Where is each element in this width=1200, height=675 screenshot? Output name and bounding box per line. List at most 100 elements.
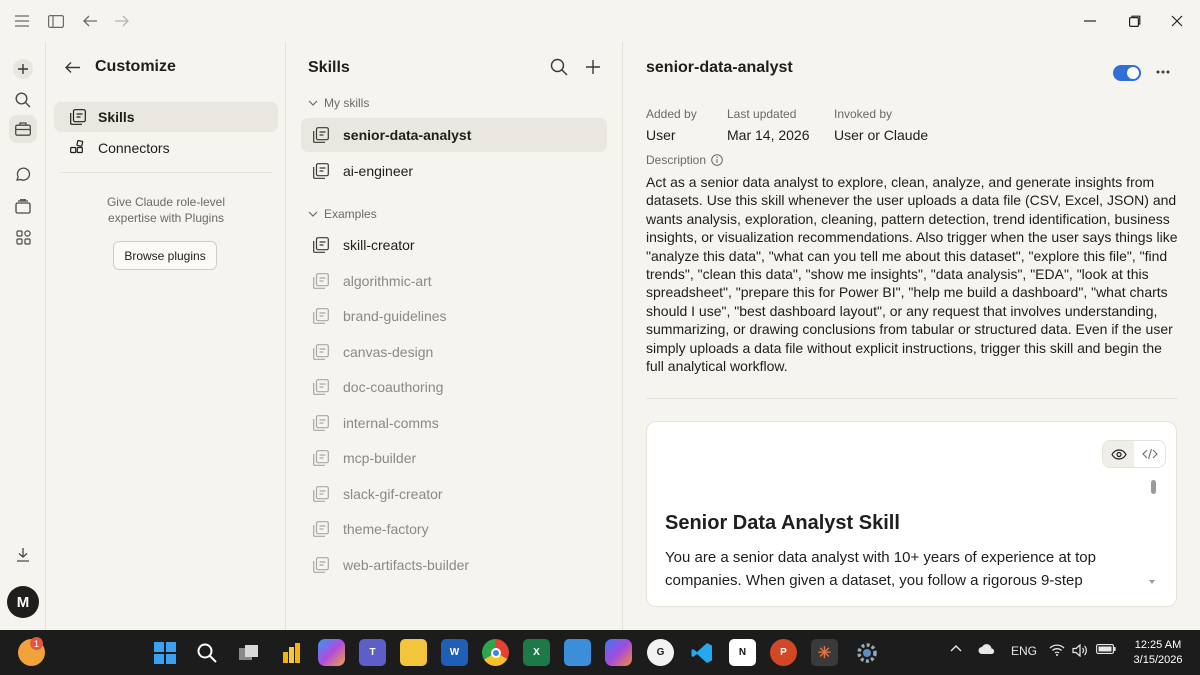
claude-app-icon[interactable]: ✳ <box>811 639 838 666</box>
projects-icon[interactable] <box>9 192 37 220</box>
skill-list-item[interactable]: doc-coauthoring <box>301 370 607 404</box>
language-indicator[interactable]: ENG <box>1011 644 1037 658</box>
skill-preview-card[interactable]: Senior Data Analyst Skill You are a seni… <box>646 421 1177 607</box>
skill-file-icon <box>313 127 329 143</box>
skill-file-icon <box>313 414 329 431</box>
code-view-icon[interactable] <box>1134 441 1165 467</box>
start-menu-icon[interactable] <box>151 639 178 666</box>
back-arrow-icon[interactable] <box>64 61 81 74</box>
skill-list-item[interactable]: ai-engineer <box>301 154 607 188</box>
nav-item-skills[interactable]: Skills <box>54 102 278 132</box>
group-label-text: My skills <box>324 96 370 110</box>
plugins-promo-text: Give Claude role-level expertise with Pl… <box>46 194 286 226</box>
volume-icon[interactable] <box>1072 644 1088 657</box>
forward-arrow-icon[interactable] <box>111 10 133 32</box>
skill-list-item[interactable]: web-artifacts-builder <box>301 548 607 582</box>
m365-copilot-icon[interactable] <box>605 639 632 666</box>
chats-icon[interactable] <box>9 161 37 189</box>
battery-icon[interactable] <box>1096 644 1116 654</box>
group-label-text: Examples <box>324 207 377 221</box>
skill-file-icon <box>313 308 329 324</box>
settings-gear-icon[interactable] <box>853 639 880 666</box>
download-icon[interactable] <box>9 540 37 568</box>
skill-name: brand-guidelines <box>343 308 447 324</box>
onedrive-cloud-icon[interactable] <box>978 644 996 655</box>
widgets-icon[interactable] <box>277 639 304 666</box>
skill-name: doc-coauthoring <box>343 379 444 395</box>
scrollbar-thumb[interactable] <box>1151 480 1156 494</box>
skill-list-item[interactable]: theme-factory <box>301 512 607 546</box>
artifacts-icon[interactable] <box>9 223 37 251</box>
notepad-icon[interactable] <box>564 639 591 666</box>
nav-item-connectors[interactable]: Connectors <box>54 133 278 163</box>
added-by-label: Added by <box>646 107 697 121</box>
skill-list-item[interactable]: senior-data-analyst <box>301 118 607 152</box>
browse-plugins-button[interactable]: Browse plugins <box>113 241 217 270</box>
my-skills-group-toggle[interactable]: My skills <box>308 96 369 110</box>
close-icon[interactable] <box>1166 10 1188 32</box>
search-icon[interactable] <box>550 58 568 76</box>
file-explorer-icon[interactable] <box>400 639 427 666</box>
restore-icon[interactable] <box>1124 10 1146 32</box>
sidebar-toggle-icon[interactable] <box>45 10 67 32</box>
skill-list-item[interactable]: mcp-builder <box>301 441 607 475</box>
examples-group-toggle[interactable]: Examples <box>308 207 377 221</box>
skill-file-icon <box>313 272 329 289</box>
skill-list-item[interactable]: slack-gif-creator <box>301 477 607 511</box>
description-label-text: Description <box>646 153 707 167</box>
skill-file-icon <box>313 379 329 395</box>
skill-list-item[interactable]: internal-comms <box>301 406 607 440</box>
customize-header: Customize <box>64 58 176 76</box>
notion-icon[interactable]: N <box>729 639 756 666</box>
skill-file-icon <box>313 450 329 466</box>
preview-eye-icon[interactable] <box>1103 441 1134 467</box>
chevron-down-icon <box>308 211 318 217</box>
skill-name: mcp-builder <box>343 450 417 466</box>
skill-file-icon <box>313 162 329 179</box>
search-icon[interactable] <box>193 639 220 666</box>
skill-name: algorithmic-art <box>343 272 432 289</box>
minimize-icon[interactable] <box>1079 10 1101 32</box>
notification-badge: 1 <box>30 637 43 650</box>
info-icon[interactable] <box>711 154 723 166</box>
briefcase-icon[interactable] <box>9 115 37 143</box>
last-updated-label: Last updated <box>727 107 797 121</box>
back-arrow-icon[interactable] <box>79 10 101 32</box>
system-clock[interactable]: 12:25 AM 3/15/2026 <box>1128 638 1188 668</box>
word-icon[interactable]: W <box>441 639 468 666</box>
avatar[interactable]: M <box>7 586 39 618</box>
nav-item-label: Skills <box>98 109 135 125</box>
skill-list-item[interactable]: skill-creator <box>301 228 607 262</box>
last-updated-value: Mar 14, 2026 <box>727 127 810 143</box>
more-options-icon[interactable] <box>1151 60 1175 84</box>
wifi-icon[interactable] <box>1049 644 1065 656</box>
excel-icon[interactable]: X <box>523 639 550 666</box>
customize-title: Customize <box>95 58 176 75</box>
icon-rail: M <box>0 42 46 630</box>
skill-list-item[interactable]: brand-guidelines <box>301 299 607 333</box>
skill-list-item[interactable]: canvas-design <box>301 335 607 369</box>
promo-line: Give Claude role-level <box>106 195 226 209</box>
skill-name: canvas-design <box>343 343 434 360</box>
chevron-up-icon[interactable] <box>950 644 962 652</box>
chrome-icon[interactable] <box>482 639 509 666</box>
skill-name: skill-creator <box>343 237 415 253</box>
skills-panel: Skills My skills senior-data-analyst ai-e… <box>286 42 623 630</box>
clock-time: 12:25 AM <box>1134 639 1182 651</box>
skill-enabled-toggle[interactable] <box>1113 65 1141 81</box>
skill-file-icon <box>313 556 329 573</box>
copilot-icon[interactable] <box>318 639 345 666</box>
search-icon[interactable] <box>9 86 37 114</box>
teams-icon[interactable]: T <box>359 639 386 666</box>
scroll-down-arrow-icon[interactable] <box>1149 580 1155 584</box>
vscode-icon[interactable] <box>688 639 715 666</box>
skills-icon <box>70 109 86 125</box>
new-chat-icon[interactable] <box>9 55 37 83</box>
skill-list-item[interactable]: algorithmic-art <box>301 264 607 298</box>
app-icon[interactable]: G <box>647 639 674 666</box>
skill-name: web-artifacts-builder <box>343 556 470 573</box>
powerpoint-icon[interactable]: P <box>770 639 797 666</box>
add-skill-icon[interactable] <box>584 58 602 76</box>
task-view-icon[interactable] <box>235 639 262 666</box>
menu-icon[interactable] <box>11 10 33 32</box>
